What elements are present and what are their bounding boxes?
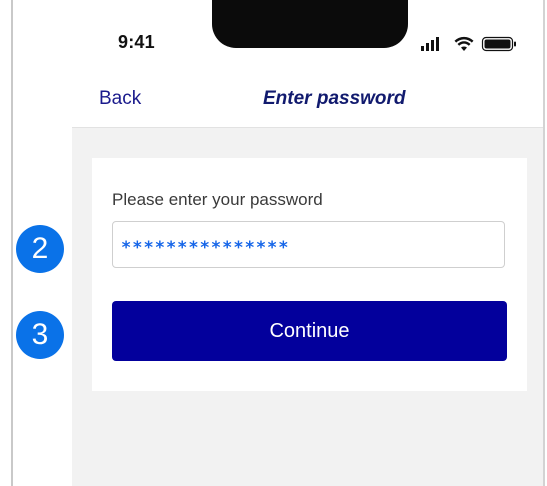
password-field[interactable]: ***************	[112, 221, 505, 268]
step-2-badge: 2	[16, 225, 64, 273]
phone-frame-right-edge	[543, 0, 545, 486]
phone-notch	[212, 0, 408, 48]
status-icons	[421, 36, 516, 52]
cellular-signal-icon	[421, 37, 439, 51]
status-time: 9:41	[118, 32, 155, 52]
step-3-badge: 3	[16, 311, 64, 359]
page-title: Enter password	[263, 88, 406, 109]
password-field-label: Please enter your password	[112, 190, 323, 209]
back-button[interactable]: Back	[99, 88, 141, 110]
password-masked-value: ***************	[121, 237, 290, 258]
battery-icon	[481, 36, 516, 52]
wifi-icon	[454, 36, 474, 51]
continue-button[interactable]: Continue	[112, 301, 507, 361]
screenshot-canvas: 9:41 Back Enter password Please enter yo…	[0, 0, 547, 486]
